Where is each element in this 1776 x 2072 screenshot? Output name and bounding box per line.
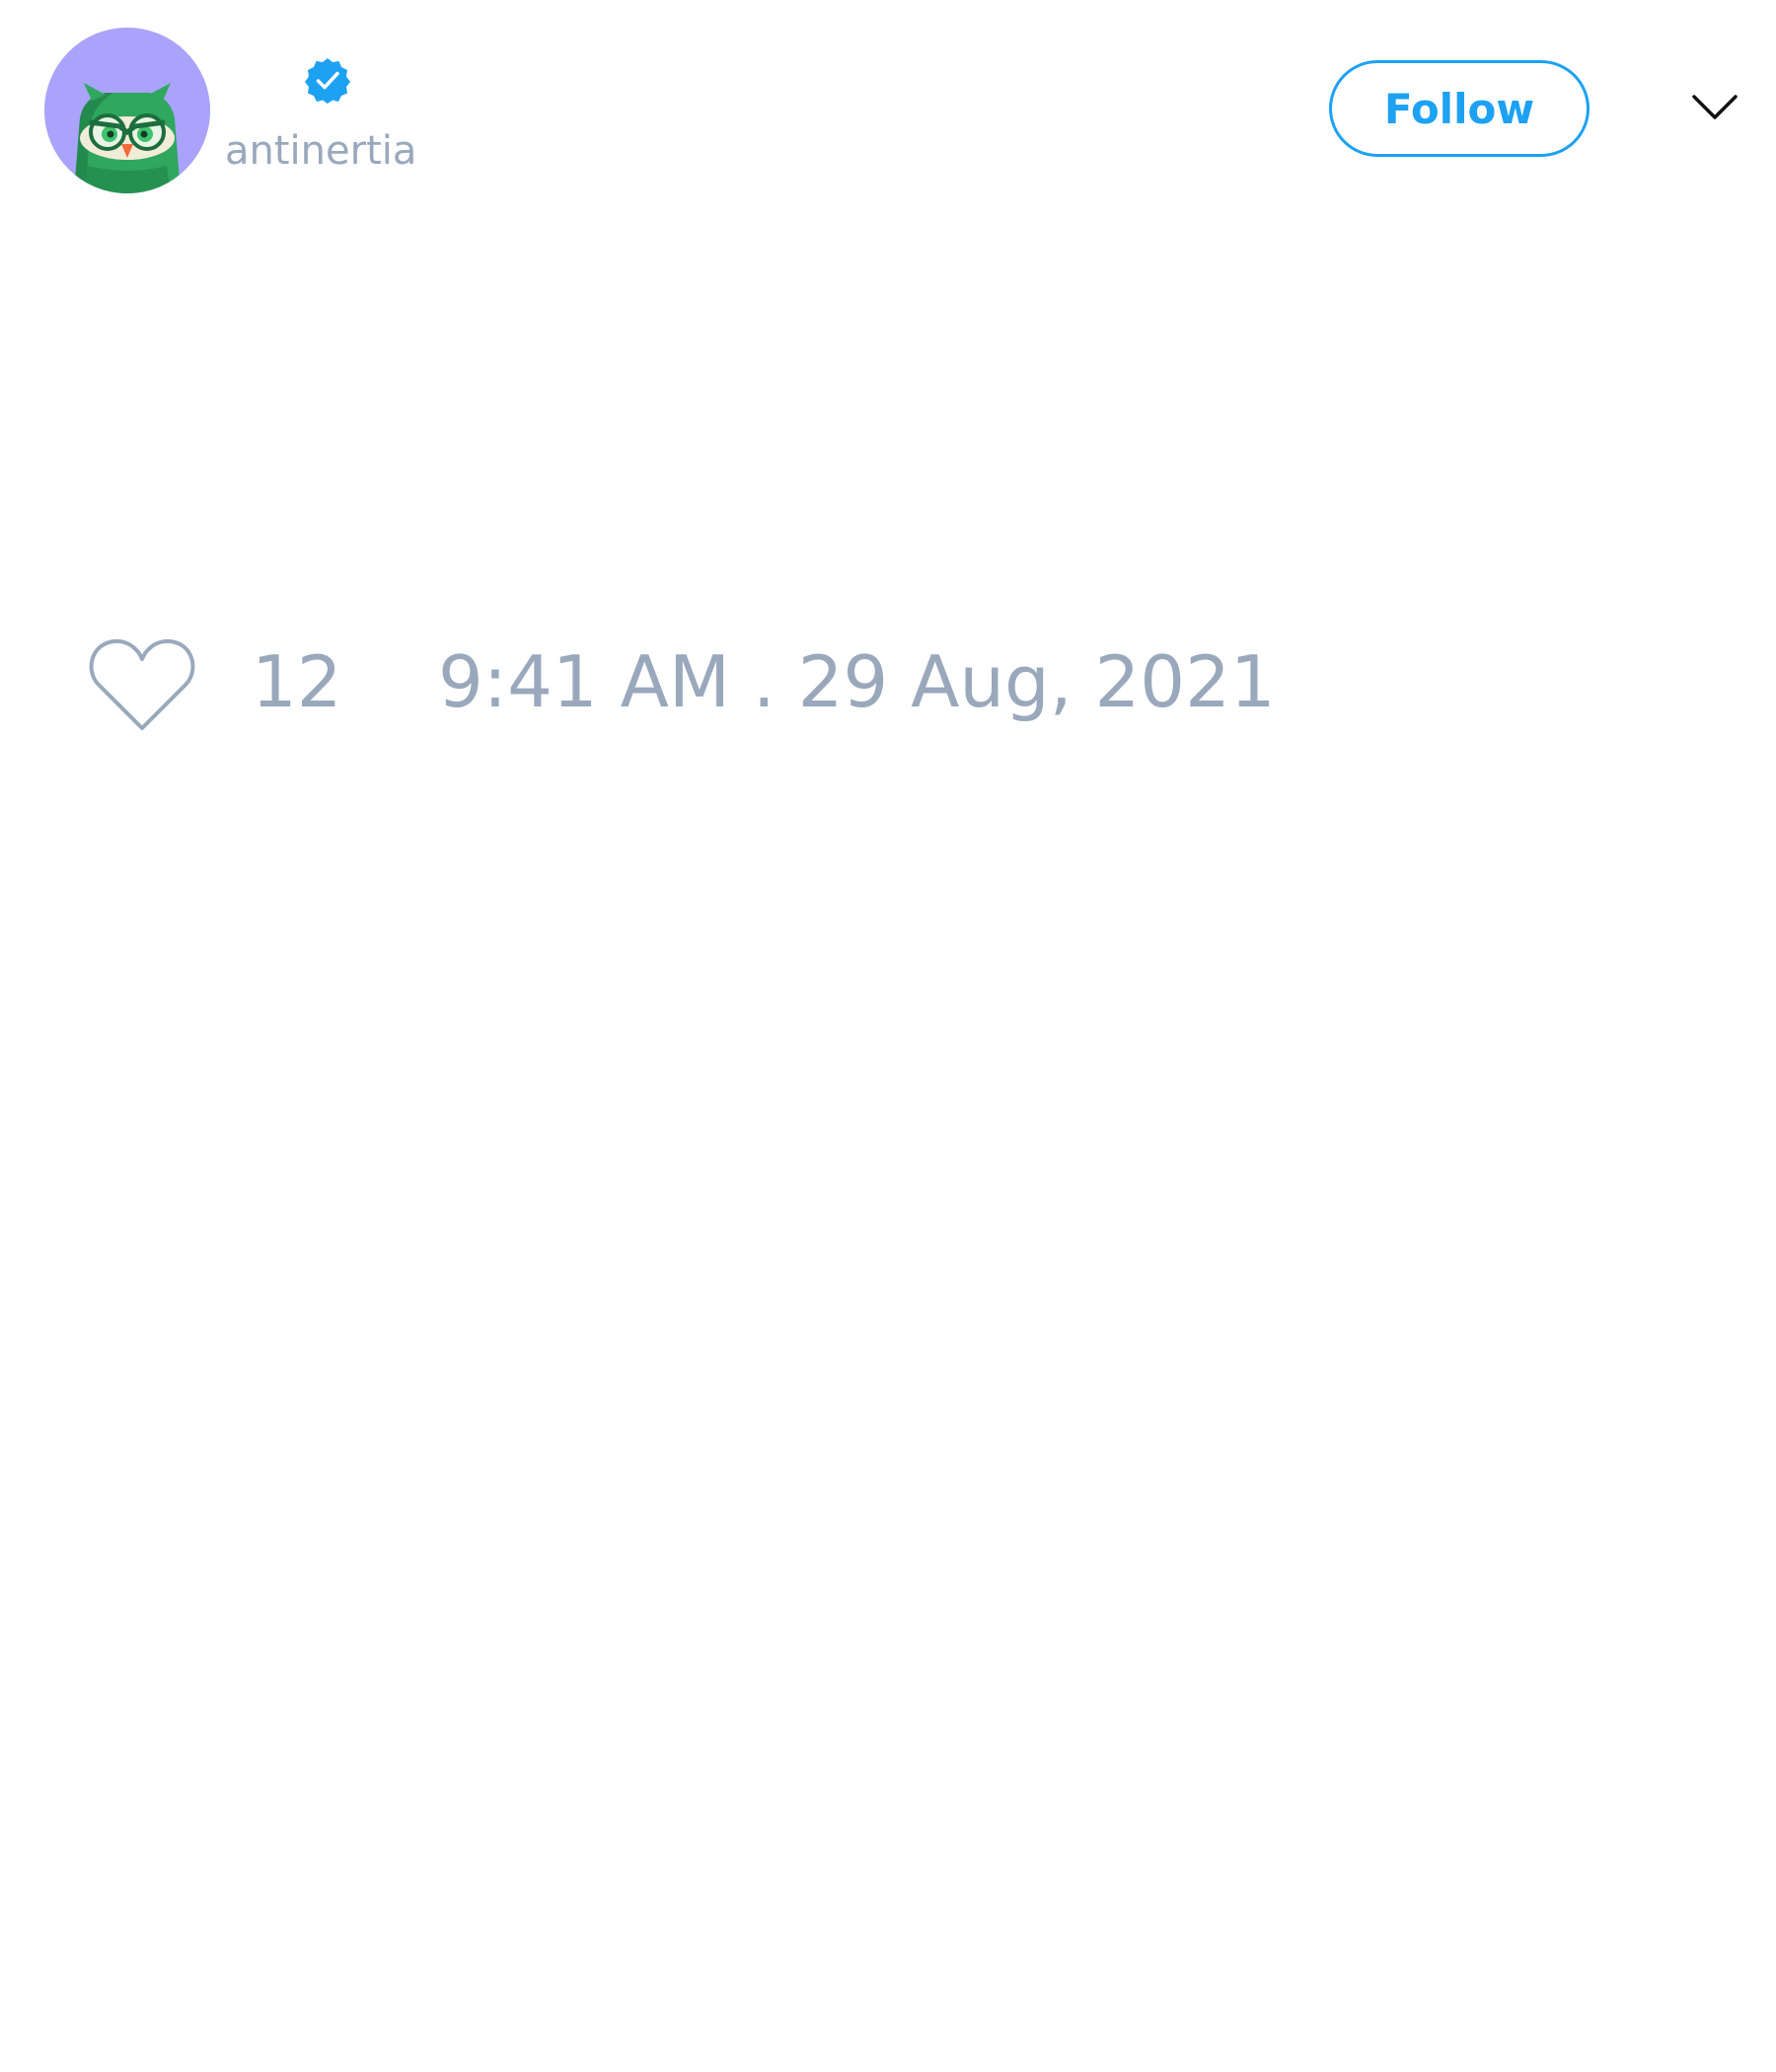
chevron-down-icon[interactable] [1690, 91, 1739, 122]
follow-button[interactable]: Follow [1329, 60, 1590, 157]
heart-icon[interactable] [87, 635, 197, 734]
tweet-timestamp[interactable]: 9:41 AM . 29 Aug, 2021 [438, 637, 1276, 726]
author-handle[interactable]: antinertia [225, 126, 416, 176]
tweet-header: antinertia Follow [0, 0, 1776, 227]
avatar[interactable] [44, 28, 210, 193]
like-count: 12 [252, 640, 342, 723]
verified-badge-icon [305, 58, 350, 104]
tweet-meta: 12 9:41 AM . 29 Aug, 2021 [0, 622, 1776, 740]
owl-avatar-icon [44, 28, 210, 193]
